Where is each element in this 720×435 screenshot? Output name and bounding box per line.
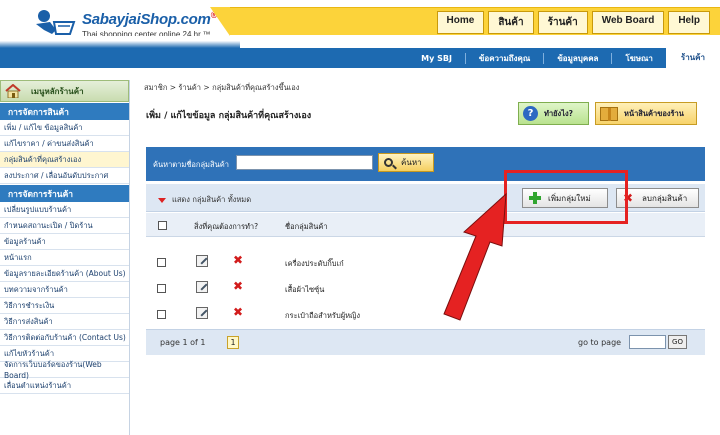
sidebar: เมนูหลักร้านค้า การจัดการสินค้า เพิ่ม / … bbox=[0, 80, 130, 435]
table-row: ✖ เสื้อผ้าไซซ์ุน bbox=[146, 274, 705, 300]
sidebar-item-payment[interactable]: วิธีการชำระเงิน bbox=[0, 298, 129, 314]
group-table: ✖ เครื่องประดับกิ๊บเก๋ ✖ เสื้อผ้าไซซ์ุน … bbox=[146, 248, 705, 326]
shop-page-button-label: หน้าสินค้าของร้าน bbox=[624, 108, 684, 118]
search-button[interactable]: ค้นหา bbox=[378, 153, 434, 172]
sidebar-item-change-layout[interactable]: เปลี่ยนรูปแบบร้านค้า bbox=[0, 202, 129, 218]
sidebar-item-edit-products[interactable]: เพิ่ม / แก้ไข ข้อมูลสินค้า bbox=[0, 120, 129, 136]
show-all-toggle[interactable]: แสดง กลุ่มสินค้า ทั้งหมด bbox=[158, 194, 251, 206]
pencil-icon[interactable] bbox=[196, 255, 208, 267]
top-nav-help[interactable]: Help bbox=[668, 11, 710, 34]
delete-group-button-label: ลบกลุ่มสินค้า bbox=[642, 193, 688, 203]
sub-nav-ads[interactable]: โฆษณา bbox=[611, 52, 665, 64]
goto-label: go to page bbox=[578, 338, 622, 347]
home-icon bbox=[5, 84, 21, 98]
search-input[interactable] bbox=[236, 155, 373, 170]
page-title: เพิ่ม / แก้ไขข้อมูล กลุ่มสินค้าที่คุณสร้… bbox=[146, 111, 312, 121]
sidebar-item-product-groups[interactable]: กลุ่มสินค้าที่คุณสร้างเอง bbox=[0, 152, 129, 168]
sidebar-item-open-close[interactable]: กำหนดสถานะเปิด / ปิดร้าน bbox=[0, 218, 129, 234]
x-icon[interactable]: ✖ bbox=[233, 253, 243, 267]
logo-text: SabayjaiShop.com® bbox=[82, 10, 217, 28]
sidebar-item-contact-us[interactable]: วิธีการติดต่อกับร้านค้า (Contact Us) bbox=[0, 330, 129, 346]
pagination: page 1 of 1 1 go to page GO bbox=[146, 329, 705, 355]
top-nav-shops[interactable]: ร้านค้า bbox=[537, 11, 588, 34]
sidebar-home[interactable]: เมนูหลักร้านค้า bbox=[0, 80, 129, 102]
help-button-label: ทำยังไง? bbox=[544, 108, 573, 118]
sidebar-item-shipping[interactable]: วิธีการส่งสินค้า bbox=[0, 314, 129, 330]
group-name: เสื้อผ้าไซซ์ุน bbox=[285, 285, 325, 294]
sidebar-home-label: เมนูหลักร้านค้า bbox=[31, 86, 84, 96]
sub-nav: My SBJ ข้อความถึงคุณ ข้อมูลบุคคล โฆษณา ร… bbox=[408, 48, 720, 68]
top-nav-webboard[interactable]: Web Board bbox=[591, 11, 665, 34]
sidebar-item-edit-prices[interactable]: แก้ไขราคา / ค่าขนส่งสินค้า bbox=[0, 136, 129, 152]
pointer-arrow-icon bbox=[443, 192, 507, 321]
site-header: SabayjaiShop.com® Thai shopping center o… bbox=[0, 0, 720, 68]
x-icon[interactable]: ✖ bbox=[233, 305, 243, 319]
sidebar-item-about-us[interactable]: ข้อมูลรายละเอียดร้านค้า (About Us) bbox=[0, 266, 129, 282]
sub-nav-profile[interactable]: ข้อมูลบุคคล bbox=[543, 52, 611, 64]
triangle-down-icon bbox=[158, 197, 166, 203]
table-row: ✖ เครื่องประดับกิ๊บเก๋ bbox=[146, 248, 705, 274]
sidebar-section-products: การจัดการสินค้า bbox=[0, 103, 129, 120]
row-checkbox[interactable] bbox=[157, 258, 166, 267]
top-nav: Home สินค้า ร้านค้า Web Board Help bbox=[436, 11, 710, 34]
page-number-button[interactable]: 1 bbox=[227, 336, 239, 349]
sidebar-item-homepage[interactable]: หน้าแรก bbox=[0, 250, 129, 266]
question-circle-icon: ? bbox=[523, 106, 538, 121]
select-all-checkbox[interactable] bbox=[158, 221, 167, 230]
column-group-name: ชื่อกลุ่มสินค้า bbox=[285, 222, 328, 231]
highlight-box bbox=[504, 170, 628, 224]
magnifier-icon bbox=[384, 158, 393, 167]
sidebar-item-webboard[interactable]: จัดการเว็บบอร์ดของร้าน(Web Board) bbox=[0, 360, 129, 380]
sub-nav-messages[interactable]: ข้อความถึงคุณ bbox=[464, 52, 543, 64]
delete-group-button[interactable]: ✖ ลบกลุ่มสินค้า bbox=[616, 188, 699, 208]
pencil-icon[interactable] bbox=[196, 307, 208, 319]
go-button[interactable]: GO bbox=[668, 335, 687, 349]
select-all-checkbox-cell bbox=[158, 221, 167, 232]
top-nav-home[interactable]: Home bbox=[436, 11, 485, 34]
group-name: กระเป๋าถือสำหรับผู้หญิง bbox=[285, 311, 361, 320]
sidebar-item-articles[interactable]: บทความจากร้านค้า bbox=[0, 282, 129, 298]
group-name: เครื่องประดับกิ๊บเก๋ bbox=[285, 259, 344, 268]
box-icon bbox=[600, 106, 618, 121]
top-nav-products[interactable]: สินค้า bbox=[488, 11, 534, 34]
sidebar-item-announcements[interactable]: ลงประกาศ / เลื่อนอันดับประกาศ bbox=[0, 168, 129, 184]
search-button-label: ค้นหา bbox=[401, 158, 422, 167]
sub-nav-shop[interactable]: ร้านค้า bbox=[665, 48, 720, 68]
x-icon[interactable]: ✖ bbox=[233, 279, 243, 293]
help-button[interactable]: ? ทำยังไง? bbox=[518, 102, 589, 125]
sidebar-item-shop-rank[interactable]: เลื่อนตำแหน่งร้านค้า bbox=[0, 378, 129, 394]
table-row: ✖ กระเป๋าถือสำหรับผู้หญิง bbox=[146, 300, 705, 326]
sub-nav-my-sbj[interactable]: My SBJ bbox=[408, 53, 465, 64]
pencil-icon[interactable] bbox=[196, 281, 208, 293]
row-checkbox[interactable] bbox=[157, 310, 166, 319]
sidebar-item-shop-info[interactable]: ข้อมูลร้านค้า bbox=[0, 234, 129, 250]
row-checkbox[interactable] bbox=[157, 284, 166, 293]
search-label: ค้นหาตามชื่อกลุ่มสินค้า bbox=[153, 160, 229, 169]
page-info: page 1 of 1 bbox=[160, 338, 206, 347]
goto-page-input[interactable] bbox=[629, 335, 666, 349]
shop-page-button[interactable]: หน้าสินค้าของร้าน bbox=[595, 102, 697, 125]
column-actions: สิ่งที่คุณต้องการทำ? bbox=[194, 222, 259, 231]
sidebar-section-shop: การจัดการร้านค้า bbox=[0, 185, 129, 202]
breadcrumb[interactable]: สมาชิก > ร้านค้า > กลุ่มสินค้าที่คุณสร้า… bbox=[144, 82, 299, 94]
